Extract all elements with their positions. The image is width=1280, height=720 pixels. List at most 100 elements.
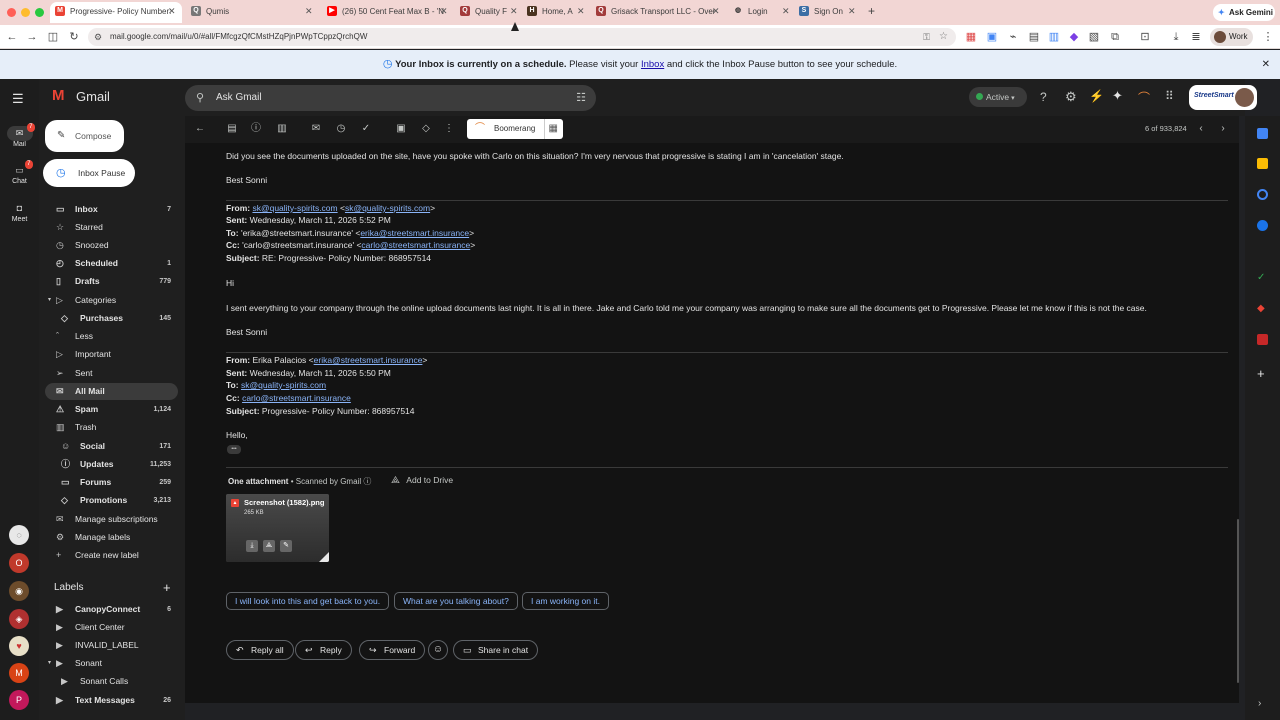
reload-icon[interactable]: ↻ (67, 30, 81, 44)
show-side-panel-icon[interactable]: › (1258, 698, 1261, 709)
extension-icon[interactable]: ▦ (964, 30, 978, 44)
add-task-icon[interactable]: ✓ (359, 122, 373, 136)
tab-qumis[interactable]: Q Qumis ✕ (186, 2, 319, 23)
reply-button[interactable]: ↩ Reply (295, 640, 352, 660)
reply-all-button[interactable]: ↶ Reply all (226, 640, 294, 660)
tab-login[interactable]: ◍ Login ✕ (728, 2, 792, 23)
attachment-card[interactable]: ▲ Screenshot (1582).png 265 KB ⤓ ⟁ ✎ (226, 494, 329, 562)
addon-icon[interactable]: M (9, 663, 29, 683)
sidebar-item-sent[interactable]: ➢ Sent (45, 365, 178, 382)
profile-button[interactable]: Work (1210, 28, 1253, 46)
extension-icon[interactable]: ⚡ (1089, 89, 1104, 103)
addon-icon[interactable]: ◉ (9, 581, 29, 601)
add-label-icon[interactable]: + (163, 580, 171, 595)
sidebar-item-scheduled[interactable]: ◴ Scheduled 1 (45, 255, 178, 272)
snooze-icon[interactable]: ◷ (334, 122, 348, 136)
sidebar-item-all-mail[interactable]: ✉ All Mail (45, 383, 178, 400)
tab-home[interactable]: H Home, A ✕ (522, 2, 588, 23)
newer-icon[interactable]: ‹ (1194, 122, 1208, 136)
tab-grisack[interactable]: Q Grisack Transport LLC - Over ✕ (591, 2, 725, 23)
boomerang-icon[interactable]: ⌒ (1138, 89, 1150, 106)
extension-icon[interactable]: ⌁ (1006, 30, 1020, 44)
sidebar-item-inbox[interactable]: ▭ Inbox 7 (45, 201, 178, 218)
extension-icon[interactable]: ▥ (1047, 30, 1061, 44)
extension-icon[interactable]: ▣ (985, 30, 999, 44)
sidebar-item-starred[interactable]: ☆ Starred (45, 219, 178, 236)
email-link[interactable]: erika@streetsmart.insurance (314, 355, 423, 365)
status-button[interactable]: Active ▾ (969, 87, 1027, 107)
sidebar-item-forums[interactable]: ▭ Forums 259 (45, 474, 178, 491)
scrollbar-thumb[interactable] (1237, 519, 1239, 683)
tasks-icon[interactable] (1257, 189, 1268, 200)
older-icon[interactable]: › (1216, 122, 1230, 136)
archive-icon[interactable]: ▤ (225, 122, 239, 136)
move-to-icon[interactable]: ▣ (394, 122, 408, 136)
info-icon[interactable]: ⓘ (363, 477, 371, 486)
contacts-icon[interactable] (1257, 220, 1268, 231)
tab-search-icon[interactable]: ⊡ (1138, 30, 1152, 44)
tab-sign-on[interactable]: S Sign On ✕ (794, 2, 860, 23)
search-input[interactable]: ⚲ Ask Gmail ☷ (185, 85, 596, 111)
close-tab-icon[interactable]: ✕ (510, 2, 518, 21)
addon-icon[interactable]: ◌ (9, 525, 29, 545)
share-in-chat-button[interactable]: ▭ Share in chat (453, 640, 539, 660)
rail-meet[interactable]: ◘ Meet (0, 201, 39, 229)
label-item-sonant-calls[interactable]: ▶ Sonant Calls (45, 673, 178, 690)
sidebar-item-updates[interactable]: ⓘ Updates 11,253 (45, 456, 178, 473)
close-banner-icon[interactable]: ✕ (1262, 50, 1270, 79)
mark-unread-icon[interactable]: ✉ (309, 122, 323, 136)
sidebar-item-snoozed[interactable]: ◷ Snoozed (45, 237, 178, 254)
addon-icon[interactable]: ◆ (1257, 303, 1265, 314)
delete-icon[interactable]: ▥ (275, 122, 289, 136)
download-icon[interactable]: ⤓ (246, 540, 258, 552)
label-item-client-center[interactable]: ▶ Client Center (45, 619, 178, 636)
close-tab-icon[interactable]: ✕ (712, 2, 720, 21)
key-icon[interactable]: ⚿ (923, 28, 930, 46)
smart-reply-chip[interactable]: I will look into this and get back to yo… (226, 592, 390, 610)
close-tab-icon[interactable]: ✕ (577, 2, 585, 21)
email-link[interactable]: sk@quality-spirits.com (241, 380, 326, 390)
boomerang-button[interactable]: ⌒ Boomerang ▦ (467, 119, 563, 139)
smart-reply-chip[interactable]: I am working on it. (522, 592, 609, 610)
email-link[interactable]: carlo@streetsmart.insurance (242, 393, 351, 403)
compose-button[interactable]: ✎ Compose (45, 120, 124, 152)
new-tab-icon[interactable]: + (868, 4, 875, 18)
close-tab-icon[interactable]: ✕ (848, 2, 856, 21)
sidebar-toggle-icon[interactable]: ◫ (46, 30, 60, 44)
help-icon[interactable]: ? (1040, 90, 1047, 104)
extension-icon[interactable]: ◆ (1067, 30, 1081, 44)
close-window-button[interactable] (7, 8, 16, 17)
calendar-icon[interactable] (1257, 128, 1268, 139)
close-tab-icon[interactable]: ✕ (782, 2, 790, 21)
add-to-drive-button[interactable]: ⟁ Add to Drive (391, 475, 453, 486)
keep-icon[interactable] (1257, 158, 1268, 169)
addon-icon[interactable]: ♥ (9, 636, 29, 656)
main-menu-icon[interactable]: ☰ (12, 91, 24, 107)
sidebar-item-less[interactable]: ˆ Less (45, 328, 178, 345)
addon-icon[interactable]: ◈ (9, 609, 29, 629)
forward-icon[interactable]: → (25, 30, 39, 44)
more-options-icon[interactable]: ⋮ (442, 122, 456, 136)
gemini-icon[interactable]: ✦ (1112, 88, 1123, 104)
account-switcher[interactable]: StreetSmart (1189, 85, 1257, 110)
sidebar-item-promotions[interactable]: ◇ Promotions 3,213 (45, 492, 178, 509)
apps-grid-icon[interactable]: ⠿ (1165, 89, 1174, 103)
tab-gmail[interactable]: M Progressive- Policy Number: ✕ (50, 2, 182, 23)
reading-list-icon[interactable]: ≣ (1189, 30, 1203, 44)
label-item-sonant[interactable]: ▾ ▶ Sonant (45, 655, 178, 672)
rail-chat[interactable]: ▭ 7 Chat (0, 160, 39, 191)
address-bar[interactable]: ⚙ mail.google.com/mail/u/0/#all/FMfcgzQf… (88, 28, 956, 46)
sidebar-item-manage-labels[interactable]: ⚙ Manage labels (45, 529, 178, 546)
minimize-window-button[interactable] (21, 8, 30, 17)
sidebar-item-important[interactable]: ▷ Important (45, 346, 178, 363)
edit-photo-icon[interactable]: ✎ (280, 540, 292, 552)
label-item-text-messages[interactable]: ▶ Text Messages 26 (45, 692, 178, 709)
close-tab-icon[interactable]: ✕ (440, 2, 448, 21)
sidebar-item-social[interactable]: ☺ Social 171 (45, 438, 178, 455)
more-menu-icon[interactable]: ⋮ (1261, 30, 1275, 44)
sidebar-item-trash[interactable]: ▥ Trash (45, 419, 178, 436)
sidebar-item-drafts[interactable]: ▯ Drafts 779 (45, 273, 178, 290)
calendar-icon[interactable]: ▦ (543, 119, 558, 139)
label-icon[interactable]: ◇ (419, 122, 433, 136)
addon-icon[interactable]: P (9, 690, 29, 710)
